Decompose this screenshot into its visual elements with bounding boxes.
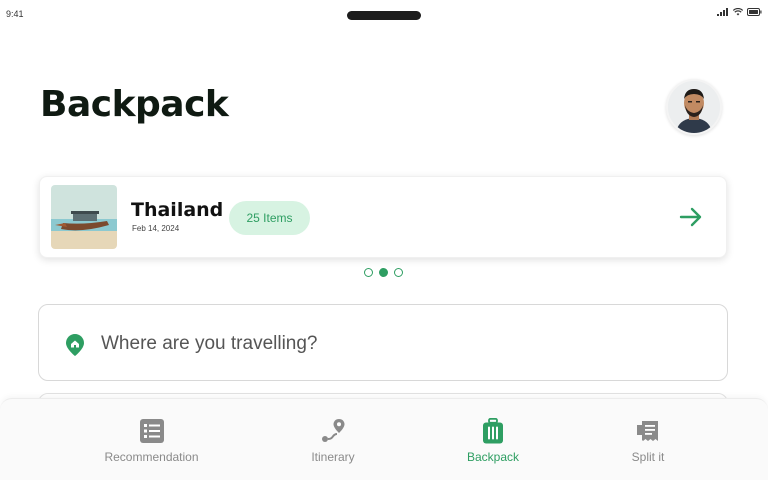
pager-dot-active[interactable] [379, 268, 388, 277]
receipt-icon [636, 418, 660, 444]
luggage-icon [483, 418, 503, 444]
status-bar: 9:41 [0, 0, 768, 30]
trip-date: Feb 14, 2024 [132, 224, 180, 233]
pager-dot[interactable] [364, 268, 373, 277]
bottom-tab-bar: Recommendation Itinerary Backpack Split … [0, 398, 768, 480]
device-notch [347, 11, 421, 20]
wifi-icon [733, 8, 743, 16]
tab-label: Split it [631, 450, 665, 464]
destination-search-input[interactable] [101, 327, 701, 361]
trip-thumbnail [51, 185, 117, 249]
items-count-badge: 25 Items [229, 201, 310, 235]
boat-photo [51, 185, 117, 249]
carousel-pager [364, 268, 403, 277]
tab-label: Backpack [466, 450, 520, 464]
location-pin-icon [66, 334, 84, 361]
arrow-right-icon [679, 207, 702, 227]
trip-card[interactable]: Thailand Feb 14, 2024 25 Items [39, 176, 727, 258]
tab-recommendation[interactable]: Recommendation [91, 399, 212, 480]
status-time: 9:41 [6, 9, 24, 19]
open-trip-button[interactable] [677, 203, 705, 231]
list-icon [139, 418, 164, 444]
tab-itinerary[interactable]: Itinerary [293, 399, 373, 480]
page-title: Backpack [40, 84, 229, 125]
avatar[interactable] [666, 79, 722, 135]
status-icons [717, 8, 762, 16]
destination-search-box[interactable] [38, 304, 728, 381]
route-icon [320, 418, 346, 444]
tab-label: Itinerary [311, 450, 355, 464]
tab-backpack[interactable]: Backpack [453, 399, 533, 480]
tab-split-it[interactable]: Split it [618, 399, 678, 480]
trip-name: Thailand [131, 199, 224, 221]
profile-photo [668, 81, 720, 133]
pager-dot[interactable] [394, 268, 403, 277]
tab-label: Recommendation [104, 450, 199, 464]
battery-icon [747, 8, 762, 16]
signal-icon [717, 8, 728, 16]
